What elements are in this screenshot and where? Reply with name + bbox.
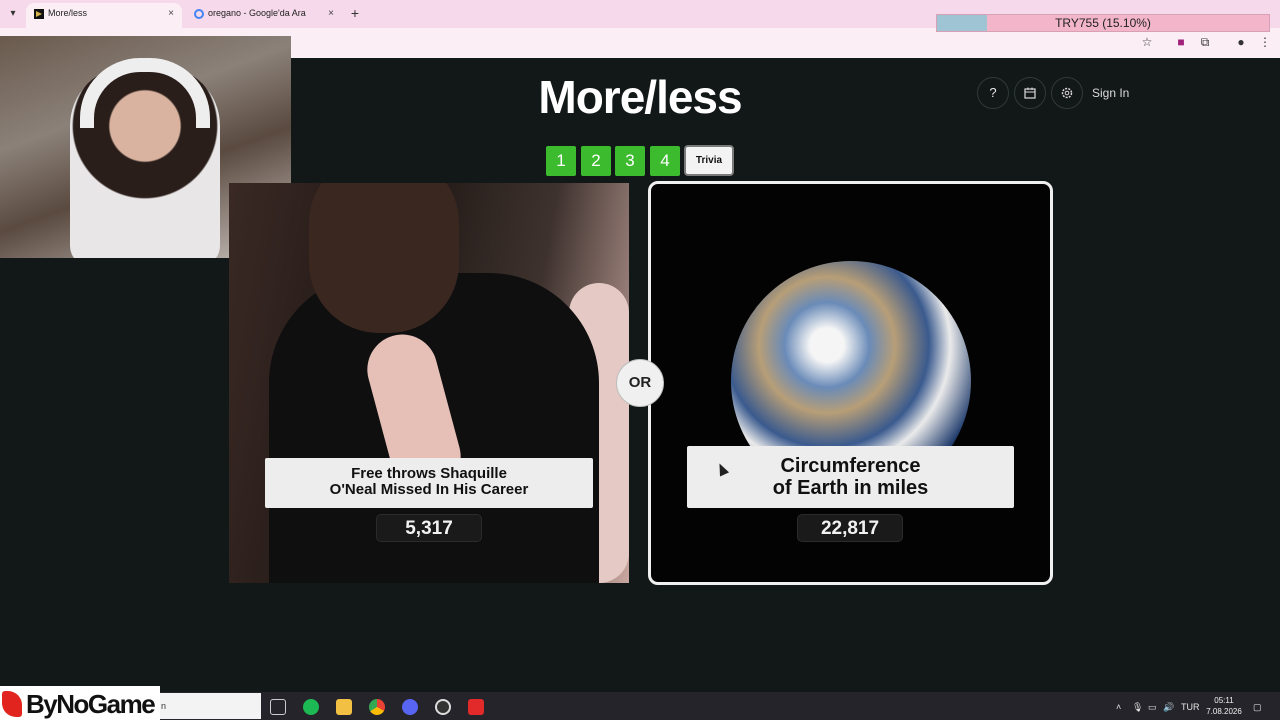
game-launcher-icon[interactable] xyxy=(468,699,484,715)
right-card-title-line1: Circumference xyxy=(780,455,921,477)
calendar-icon xyxy=(1024,87,1036,99)
calendar-button[interactable] xyxy=(1014,77,1046,109)
address-bar[interactable] xyxy=(290,31,1135,55)
obs-icon[interactable] xyxy=(435,699,451,715)
discord-icon[interactable] xyxy=(402,699,418,715)
level-3-button[interactable]: 3 xyxy=(615,146,645,176)
left-card-title-line2: O'Neal Missed In His Career xyxy=(329,481,529,498)
network-icon[interactable]: ▭ xyxy=(1148,700,1157,714)
right-card-value: 22,817 xyxy=(797,514,903,542)
new-tab-button[interactable]: + xyxy=(346,4,364,22)
taskbar-search-input[interactable]: n xyxy=(160,693,261,719)
gear-icon xyxy=(1061,87,1073,99)
extensions-puzzle-icon[interactable]: ⧉ xyxy=(1197,34,1213,50)
spotify-icon[interactable] xyxy=(303,699,319,715)
screen: ▾ More/less × oregano - Google'da Ara × … xyxy=(0,0,1280,720)
settings-button[interactable] xyxy=(1051,77,1083,109)
left-card-figure-head xyxy=(309,183,459,333)
tab-google-search[interactable]: oregano - Google'da Ara × xyxy=(186,3,342,28)
profile-avatar-icon[interactable]: ● xyxy=(1233,34,1249,50)
tab-more-less[interactable]: More/less × xyxy=(26,3,182,28)
tab-title: oregano - Google'da Ara xyxy=(208,8,306,18)
donation-goal-bar: TRY755 (15.10%) xyxy=(936,14,1270,32)
clock-time: 05:11 xyxy=(1214,696,1234,705)
bynogame-brand: ByNoGame xyxy=(26,689,156,719)
taskbar-clock[interactable]: 05:11 7.08.2026 xyxy=(1196,695,1252,717)
right-card-label: Circumference of Earth in miles xyxy=(687,446,1014,508)
microphone-icon[interactable]: 🎙 xyxy=(1132,700,1143,714)
donation-goal-text: TRY755 (15.10%) xyxy=(1055,16,1151,30)
tab-search-menu-icon[interactable]: ▾ xyxy=(4,5,22,23)
level-2-button[interactable]: 2 xyxy=(581,146,611,176)
tab-title: More/less xyxy=(48,8,88,18)
or-badge: OR xyxy=(616,359,664,407)
more-less-favicon-icon xyxy=(34,9,44,19)
sign-in-link[interactable]: Sign In xyxy=(1092,86,1129,100)
bookmark-star-icon[interactable]: ☆ xyxy=(1139,34,1155,50)
google-favicon-icon xyxy=(194,9,204,19)
browser-menu-icon[interactable]: ⋮ xyxy=(1257,34,1273,50)
file-explorer-icon[interactable] xyxy=(336,699,352,715)
chrome-icon[interactable] xyxy=(369,699,385,715)
bynogame-mark-icon xyxy=(2,691,22,717)
left-card-label: Free throws Shaquille O'Neal Missed In H… xyxy=(265,458,593,508)
right-card-title-line2: of Earth in miles xyxy=(772,477,929,499)
level-1-button[interactable]: 1 xyxy=(546,146,576,176)
tray-chevron-icon[interactable]: ˄ xyxy=(1116,700,1121,714)
headset-shape xyxy=(80,58,210,128)
close-tab-icon[interactable]: × xyxy=(328,3,334,24)
left-card-title-line1: Free throws Shaquille xyxy=(351,465,507,482)
bynogame-overlay-logo: ByNoGame xyxy=(0,686,160,720)
volume-icon[interactable]: 🔊 xyxy=(1163,700,1174,714)
trivia-button[interactable]: Trivia xyxy=(684,145,734,176)
notifications-icon[interactable]: ▢ xyxy=(1253,700,1262,714)
help-button[interactable]: ? xyxy=(977,77,1009,109)
close-tab-icon[interactable]: × xyxy=(168,3,174,24)
extension-icon[interactable]: ■ xyxy=(1173,34,1189,50)
task-view-icon[interactable] xyxy=(270,699,286,715)
level-4-button[interactable]: 4 xyxy=(650,146,680,176)
site-logo[interactable]: More/less xyxy=(450,70,830,124)
clock-date: 7.08.2026 xyxy=(1206,707,1242,716)
left-card-value: 5,317 xyxy=(376,514,482,542)
